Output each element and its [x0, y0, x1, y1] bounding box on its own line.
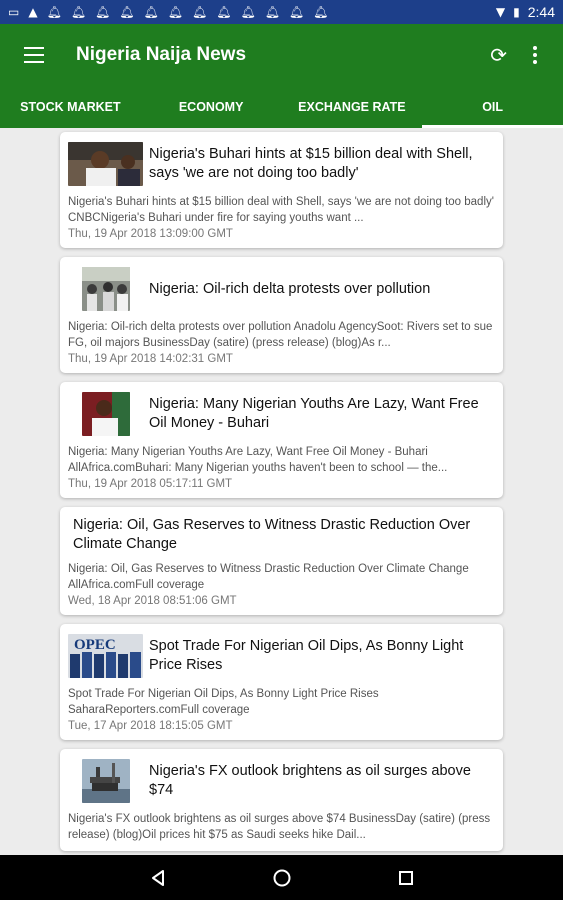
tab-oil[interactable]: OIL — [422, 86, 563, 128]
article-description: Spot Trade For Nigerian Oil Dips, As Bon… — [68, 688, 379, 716]
more-options-icon[interactable] — [533, 46, 537, 64]
clock: 2:44 — [527, 4, 555, 20]
system-nav-bar — [0, 855, 563, 900]
home-icon[interactable] — [270, 866, 294, 890]
article-title: Nigeria: Many Nigerian Youths Are Lazy, … — [149, 396, 479, 431]
tab-economy[interactable]: ECONOMY — [141, 86, 282, 128]
article-date: Wed, 18 Apr 2018 08:51:06 GMT — [68, 595, 237, 607]
article-date: Thu, 19 Apr 2018 14:02:31 GMT — [68, 353, 233, 365]
news-card[interactable]: Nigeria's Buhari hints at $15 billion de… — [60, 132, 503, 248]
article-description: Nigeria: Oil-rich delta protests over po… — [68, 321, 493, 349]
battery-icon: ▮ — [513, 5, 520, 19]
article-title: Nigeria's FX outlook brightens as oil su… — [149, 763, 471, 798]
article-title: Spot Trade For Nigerian Oil Dips, As Bon… — [149, 638, 464, 673]
article-title: Nigeria's Buhari hints at $15 billion de… — [149, 146, 473, 181]
article-description: Nigeria: Many Nigerian Youths Are Lazy, … — [68, 446, 448, 474]
message-icon: ▭ — [8, 5, 20, 19]
notification-icon: 🔔︎ — [313, 5, 329, 19]
notification-icon: 🔔︎ — [240, 5, 256, 19]
news-card[interactable]: OPEC Spot Trade For Nigerian Oil Dips, A… — [60, 624, 503, 740]
article-thumbnail — [68, 142, 143, 186]
article-date: Thu, 19 Apr 2018 13:09:00 GMT — [68, 228, 233, 240]
wifi-icon: ▼ — [495, 5, 506, 19]
recents-icon[interactable] — [394, 866, 418, 890]
article-title: Nigeria: Oil-rich delta protests over po… — [149, 280, 431, 297]
category-tabs: STOCK MARKET ECONOMY EXCHANGE RATE OIL — [0, 86, 563, 128]
news-card[interactable]: Nigeria: Many Nigerian Youths Are Lazy, … — [60, 382, 503, 498]
back-icon[interactable] — [146, 866, 170, 890]
article-thumbnail — [82, 392, 130, 436]
article-date: Tue, 17 Apr 2018 18:15:05 GMT — [68, 720, 233, 732]
article-description: Nigeria's FX outlook brightens as oil su… — [68, 813, 491, 841]
alert-icon: ▲ — [28, 5, 38, 19]
notification-icon: 🔔︎ — [216, 5, 232, 19]
notification-icon: 🔔︎ — [167, 5, 183, 19]
notification-icon: 🔔︎ — [119, 5, 135, 19]
news-card[interactable]: Nigeria's FX outlook brightens as oil su… — [60, 749, 503, 851]
notification-icon: 🔔︎ — [70, 5, 87, 19]
article-description: Nigeria: Oil, Gas Reserves to Witness Dr… — [68, 563, 469, 591]
notification-icon: 🔔︎ — [143, 5, 159, 19]
menu-icon[interactable] — [24, 47, 44, 63]
news-card[interactable]: Nigeria: Oil, Gas Reserves to Witness Dr… — [60, 507, 503, 615]
notification-icons: ▭ ▲ 🔔︎ 🔔︎ 🔔︎ 🔔︎ 🔔︎ 🔔︎ 🔔︎ 🔔︎ 🔔︎ 🔔︎ 🔔︎ 🔔︎ — [8, 6, 328, 18]
article-title: Nigeria: Oil, Gas Reserves to Witness Dr… — [73, 517, 471, 552]
article-thumbnail: OPEC — [68, 634, 143, 678]
notification-icon: 🔔︎ — [191, 5, 208, 19]
article-thumbnail — [82, 267, 130, 311]
article-date: Thu, 19 Apr 2018 05:17:11 GMT — [68, 478, 233, 490]
notification-icon: 🔔︎ — [264, 5, 280, 19]
opec-logo-text: OPEC — [74, 637, 116, 653]
news-card[interactable]: Nigeria: Oil-rich delta protests over po… — [60, 257, 503, 373]
tab-exchange-rate[interactable]: EXCHANGE RATE — [282, 86, 423, 128]
notification-icon: 🔔︎ — [46, 5, 62, 19]
tab-stock-market[interactable]: STOCK MARKET — [0, 86, 141, 128]
app-bar: Nigeria Naija News ⟳ — [0, 24, 563, 86]
app-title: Nigeria Naija News — [76, 44, 247, 65]
notification-icon: 🔔︎ — [95, 5, 111, 19]
status-bar: ▭ ▲ 🔔︎ 🔔︎ 🔔︎ 🔔︎ 🔔︎ 🔔︎ 🔔︎ 🔔︎ 🔔︎ 🔔︎ 🔔︎ 🔔︎ … — [0, 0, 563, 24]
news-list: Nigeria's Buhari hints at $15 billion de… — [60, 132, 503, 860]
article-description: Nigeria's Buhari hints at $15 billion de… — [68, 196, 494, 224]
article-thumbnail — [82, 759, 130, 803]
refresh-icon[interactable]: ⟳ — [490, 43, 507, 67]
notification-icon: 🔔︎ — [288, 5, 305, 19]
